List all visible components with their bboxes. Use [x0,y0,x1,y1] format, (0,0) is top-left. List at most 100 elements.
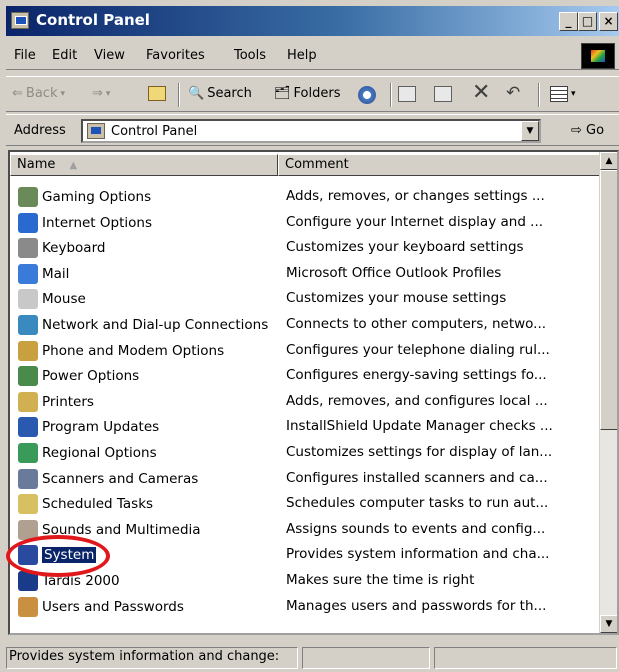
list-item[interactable]: Mouse Customizes your mouse settings [10,288,601,313]
search-button[interactable]: 🔍 Search [188,86,252,101]
menu-help[interactable]: Help [287,48,317,63]
item-name-cell[interactable]: Scanners and Cameras [18,468,200,490]
item-name: Phone and Modem Options [42,342,225,359]
forward-arrow-icon: ⇒ [92,86,103,101]
item-name-cell[interactable]: Power Options [18,365,141,387]
address-label: Address [14,123,66,138]
item-comment: Configures energy-saving settings fo... [286,367,547,384]
item-comment: Configures installed scanners and ca... [286,469,548,486]
list-item[interactable]: Phone and Modem Options Configures your t… [10,340,601,365]
close-button[interactable]: × [599,12,618,31]
move-to-button[interactable] [398,86,416,102]
phone-modem-icon [18,340,38,361]
move-to-icon [398,86,416,102]
title-bar[interactable]: Control Panel _ □ × [6,6,619,36]
delete-x-icon: ✕ [472,80,491,105]
up-folder-icon [148,86,166,101]
item-name: System [42,547,97,564]
item-name-cell[interactable]: Mouse [18,288,88,310]
item-name-cell[interactable]: Printers [18,391,96,413]
list-item[interactable]: Internet Options Configure your Internet … [10,212,601,237]
scroll-thumb[interactable] [600,170,617,430]
history-button[interactable] [358,86,376,104]
toolbar-separator [390,83,392,107]
list-item[interactable]: Tardis 2000 Makes sure the time is right [10,570,601,595]
item-name-cell[interactable]: Scheduled Tasks [18,493,155,515]
scroll-down-button[interactable]: ▼ [600,615,617,633]
item-comment: Configures your telephone dialing rul... [286,341,550,358]
undo-icon: ↶ [506,83,521,103]
menu-file[interactable]: File [14,48,36,63]
menu-view[interactable]: View [94,48,125,63]
back-button[interactable]: ⇐ Back ▾ [12,86,65,101]
item-name-cell[interactable]: Sounds and Multimedia [18,519,203,541]
forward-button[interactable]: ⇒ ▾ [92,86,110,101]
item-name: Program Updates [42,419,160,436]
list-item[interactable]: Sounds and Multimedia Assigns sounds to e… [10,519,601,544]
list-item[interactable]: Printers Adds, removes, and configures lo… [10,391,601,416]
menu-edit[interactable]: Edit [52,48,77,63]
list-item[interactable]: Keyboard Customizes your keyboard setting… [10,237,601,262]
copy-to-button[interactable] [434,86,452,102]
list-item[interactable]: Regional Options Customizes settings for … [10,442,601,467]
undo-button[interactable]: ↶ [506,83,520,103]
address-value: Control Panel [111,124,198,139]
history-icon [358,86,376,104]
status-text: Provides system information and change: [6,647,298,669]
system-icon [18,545,38,566]
item-name: Printers [42,393,94,410]
scanners-cameras-icon [18,468,38,489]
item-comment: Customizes your keyboard settings [286,239,524,256]
item-name-cell[interactable]: Users and Passwords [18,596,186,618]
item-name-cell[interactable]: Phone and Modem Options [18,340,226,362]
item-comment: Schedules computer tasks to run aut... [286,495,549,512]
list-item[interactable]: Power Options Configures energy-saving se… [10,365,601,390]
item-name-cell[interactable]: Gaming Options [18,186,153,208]
list-item[interactable]: Users and Passwords Manages users and pas… [10,596,601,621]
item-name: Sounds and Multimedia [42,521,201,538]
column-comment-label: Comment [285,157,349,172]
item-comment: Makes sure the time is right [286,572,475,588]
list-item[interactable]: Scanners and Cameras Configures installed… [10,468,601,493]
go-arrow-icon: ⇨ [571,123,582,138]
item-name-cell[interactable]: System [18,544,98,566]
minimize-button[interactable]: _ [559,12,578,31]
copy-to-icon [434,86,452,102]
item-name-cell[interactable]: Regional Options [18,442,159,464]
menu-tools[interactable]: Tools [234,48,266,63]
item-name: Internet Options [42,214,152,231]
scroll-up-button[interactable]: ▲ [600,152,617,170]
item-name-cell[interactable]: Internet Options [18,212,154,234]
item-name-cell[interactable]: Network and Dial-up Connections [18,314,270,336]
go-button[interactable]: ⇨ Go [571,123,604,138]
file-list-view[interactable]: Name ▲ Comment Gaming Options Adds, remov… [8,150,619,635]
folders-button[interactable]: 🗂 Folders [274,86,340,101]
list-item[interactable]: Mail Microsoft Office Outlook Profiles [10,263,601,288]
item-name: Scheduled Tasks [42,496,154,513]
list-item[interactable]: System Provides system information and ch… [10,544,601,569]
item-name: Users and Passwords [42,598,184,615]
list-item[interactable]: Program Updates InstallShield Update Mana… [10,416,601,441]
item-comment: Customizes your mouse settings [286,290,507,307]
list-item[interactable]: Scheduled Tasks Schedules computer tasks … [10,493,601,518]
views-button[interactable]: ▾ [550,86,576,102]
column-header-name[interactable]: Name ▲ [10,154,278,176]
maximize-button[interactable]: □ [578,12,597,31]
vertical-scrollbar[interactable]: ▲ ▼ [599,152,617,633]
item-name-cell[interactable]: Mail [18,263,71,285]
item-name: Keyboard [42,240,106,257]
delete-button[interactable]: ✕ [472,80,490,105]
tardis-icon [18,571,38,591]
list-item[interactable]: Gaming Options Adds, removes, or changes … [10,186,601,211]
item-name-cell[interactable]: Tardis 2000 [18,570,122,592]
up-button[interactable] [148,86,166,101]
address-input[interactable]: Control Panel ▼ [81,119,541,143]
item-name-cell[interactable]: Keyboard [18,237,107,259]
address-dropdown-button[interactable]: ▼ [521,121,539,141]
item-name: Mail [42,265,70,282]
menu-favorites[interactable]: Favorites [146,48,205,63]
toolbar-separator [538,83,540,107]
item-name-cell[interactable]: Program Updates [18,416,161,438]
list-item[interactable]: Network and Dial-up Connections Connects … [10,314,601,339]
column-header-comment[interactable]: Comment [278,154,603,176]
